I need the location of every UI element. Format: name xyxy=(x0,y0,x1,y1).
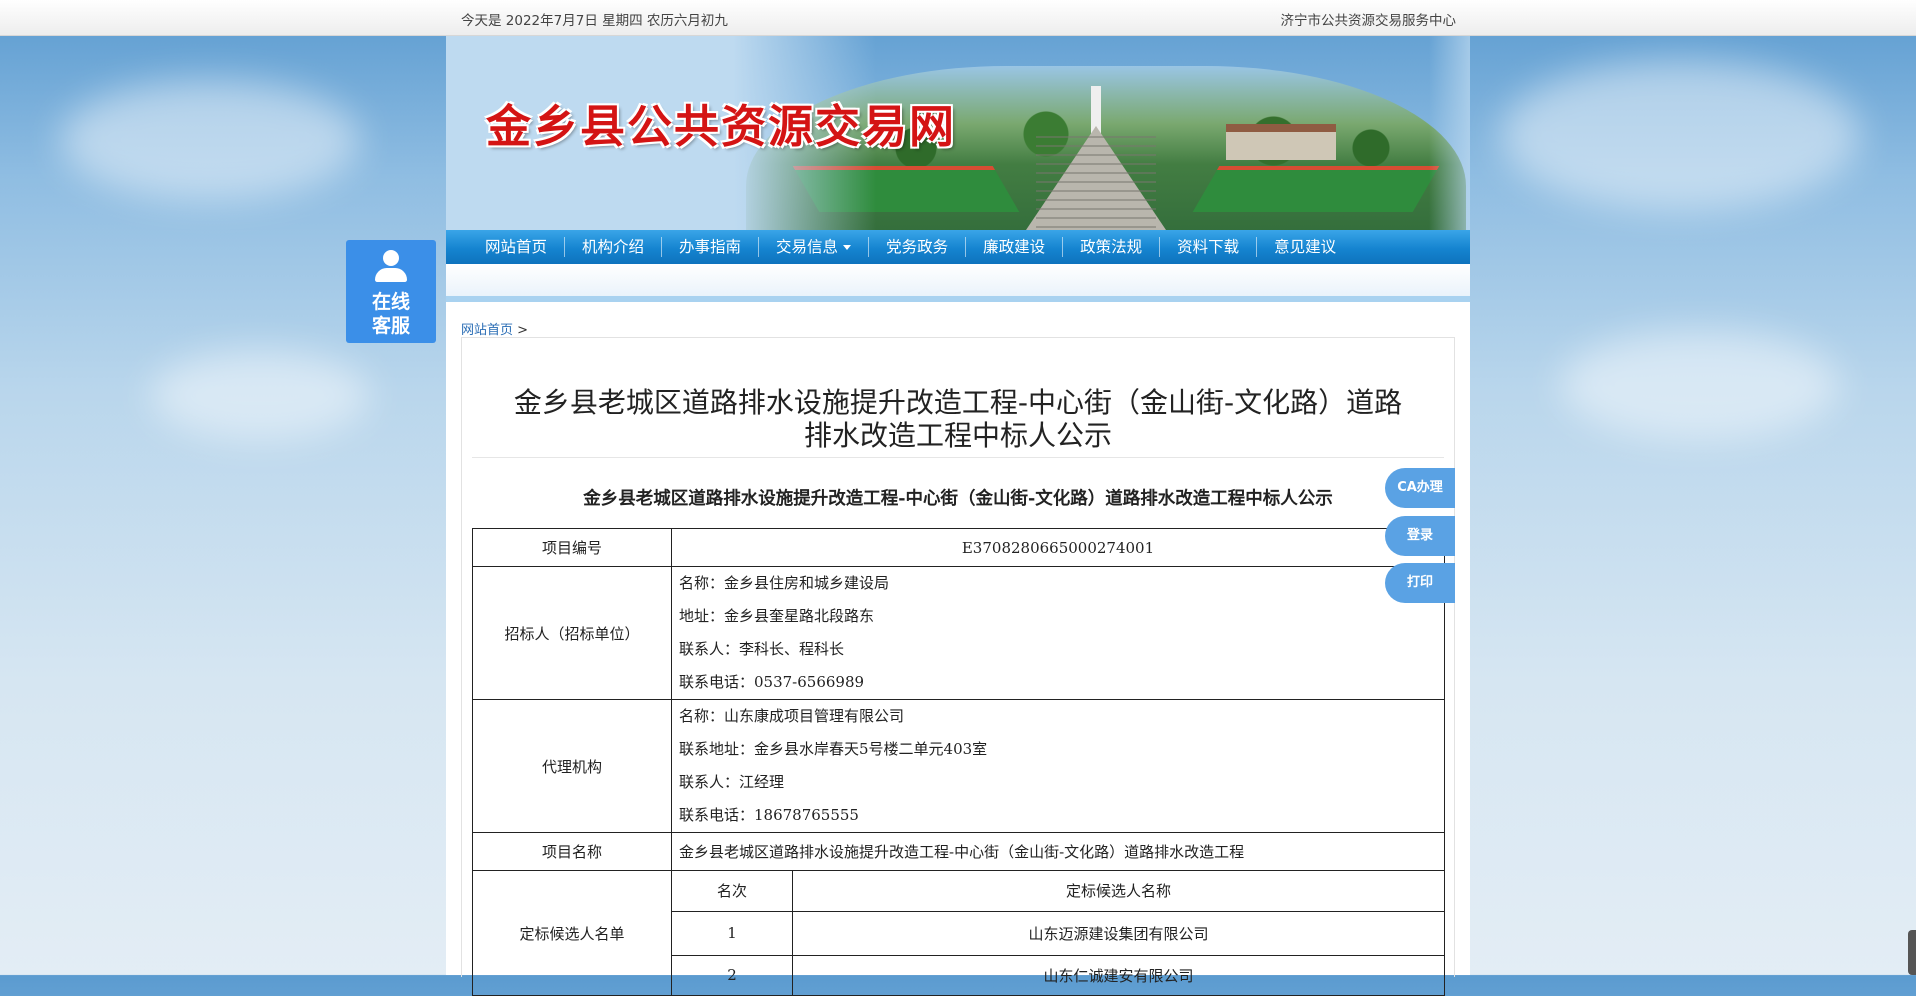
nav-party-affairs[interactable]: 党务政务 xyxy=(869,237,967,257)
agency-label: 代理机构 xyxy=(472,699,672,833)
project-name-label: 项目名称 xyxy=(472,832,672,871)
page-title-line-2: 排水改造工程中标人公示 xyxy=(803,419,1112,452)
current-date: 今天是 2022年7月7日 星期四 农历六月初九 xyxy=(461,13,728,29)
online-service-button[interactable]: 在线 客服 xyxy=(346,240,436,343)
background-cloud xyxy=(1560,330,1840,440)
nav-guide[interactable]: 办事指南 xyxy=(662,237,760,257)
project-no-value: E3708280665000274001 xyxy=(671,528,1445,567)
page-title: 金乡县老城区道路排水设施提升改造工程-中心街（金山街-文化路）道路 排水改造工程… xyxy=(472,386,1444,452)
tenderer-name: 名称：金乡县住房和城乡建设局 xyxy=(679,574,890,592)
agency-name: 名称：山东康成项目管理有限公司 xyxy=(679,707,905,725)
tenderer-contact: 联系人：李科长、程科长 xyxy=(679,640,845,658)
agency-value: 名称：山东康成项目管理有限公司 联系地址：金乡县水岸春天5号楼二单元403室 联… xyxy=(671,699,1445,833)
online-service-label: 在线 客服 xyxy=(346,290,436,338)
breadcrumb-home[interactable]: 网站首页 xyxy=(461,323,513,338)
nav-feedback[interactable]: 意见建议 xyxy=(1257,237,1353,257)
tenderer-label: 招标人（招标单位） xyxy=(472,566,672,700)
table-row: 项目编号 E3708280665000274001 xyxy=(472,528,1445,567)
tenderer-address: 地址：金乡县奎星路北段路东 xyxy=(679,607,875,625)
table-row: 1 山东迈源建设集团有限公司 xyxy=(672,911,1444,956)
nav-home[interactable]: 网站首页 xyxy=(468,237,566,257)
nav-about[interactable]: 机构介绍 xyxy=(565,237,663,257)
scroll-handle[interactable] xyxy=(1908,930,1916,975)
sub-nav-bar xyxy=(446,264,1470,302)
page-title-line-1: 金乡县老城区道路排水设施提升改造工程-中心街（金山街-文化路）道路 xyxy=(513,386,1403,419)
online-service-label-2: 客服 xyxy=(371,315,410,337)
site-banner: 金乡县公共资源交易网 xyxy=(446,36,1470,230)
breadcrumb-separator: > xyxy=(517,323,529,338)
ca-service-button[interactable]: CA办理 xyxy=(1385,468,1455,508)
content-area: 网站首页 > 金乡县老城区道路排水设施提升改造工程-中心街（金山街-文化路）道路… xyxy=(446,302,1470,996)
nav-downloads[interactable]: 资料下载 xyxy=(1160,237,1258,257)
nav-integrity[interactable]: 廉政建设 xyxy=(966,237,1064,257)
candidates-table: 名次 定标候选人名称 1 山东迈源建设集团有限公司 2 山东仁诚建安有限公司 xyxy=(672,871,1444,995)
online-service-label-1: 在线 xyxy=(371,291,410,313)
user-icon-body xyxy=(375,268,407,282)
candidate-name: 山东仁诚建安有限公司 xyxy=(1043,966,1194,985)
tenderer-value: 名称：金乡县住房和城乡建设局 地址：金乡县奎星路北段路东 联系人：李科长、程科长… xyxy=(671,566,1445,700)
agency-address: 联系地址：金乡县水岸春天5号楼二单元403室 xyxy=(679,740,988,758)
table-row: 项目名称 金乡县老城区道路排水设施提升改造工程-中心街（金山街-文化路）道路排水… xyxy=(472,832,1445,871)
nav-policy[interactable]: 政策法规 xyxy=(1063,237,1161,257)
title-divider xyxy=(472,457,1444,458)
print-button[interactable]: 打印 xyxy=(1385,563,1455,603)
tenderer-phone: 联系电话：0537-6566989 xyxy=(679,673,865,691)
nav-trading-info-label: 交易信息 xyxy=(776,238,839,256)
table-row: 定标候选人名单 名次 定标候选人名称 1 山东迈源建设集团有限公司 2 山东仁诚… xyxy=(472,870,1445,996)
background-cloud xyxy=(150,350,370,440)
main-nav: 网站首页 机构介绍 办事指南 交易信息 党务政务 廉政建设 政策法规 资料下载 … xyxy=(446,230,1470,264)
table-row: 代理机构 名称：山东康成项目管理有限公司 联系地址：金乡县水岸春天5号楼二单元4… xyxy=(472,699,1445,833)
site-title: 金乡县公共资源交易网 xyxy=(486,100,957,153)
top-bar: 今天是 2022年7月7日 星期四 农历六月初九 济宁市公共资源交易服务中心 xyxy=(0,0,1916,36)
agency-contact: 联系人：江经理 xyxy=(679,773,785,791)
user-icon xyxy=(383,250,399,266)
org-link[interactable]: 济宁市公共资源交易服务中心 xyxy=(1281,9,1457,29)
table-row: 招标人（招标单位） 名称：金乡县住房和城乡建设局 地址：金乡县奎星路北段路东 联… xyxy=(472,566,1445,700)
background-cloud xyxy=(1500,60,1860,210)
chevron-down-icon xyxy=(843,245,852,250)
article: 金乡县老城区道路排水设施提升改造工程-中心街（金山街-文化路）道路 排水改造工程… xyxy=(461,337,1455,996)
candidates-label: 定标候选人名单 xyxy=(472,870,672,996)
nav-trading-info[interactable]: 交易信息 xyxy=(759,237,870,257)
login-button[interactable]: 登录 xyxy=(1385,516,1455,556)
award-info-table: 项目编号 E3708280665000274001 招标人（招标单位） 名称：金… xyxy=(472,528,1445,996)
agency-phone: 联系电话：18678765555 xyxy=(679,806,859,824)
breadcrumb: 网站首页 > xyxy=(461,319,528,338)
article-subtitle: 金乡县老城区道路排水设施提升改造工程-中心街（金山街-文化路）道路排水改造工程中… xyxy=(583,489,1333,509)
candidates-header-name: 定标候选人名称 xyxy=(792,871,1444,912)
background-cloud xyxy=(60,80,360,200)
project-name-value: 金乡县老城区道路排水设施提升改造工程-中心街（金山街-文化路）道路排水改造工程 xyxy=(671,832,1445,871)
candidate-rank: 1 xyxy=(672,911,793,956)
candidate-name: 山东迈源建设集团有限公司 xyxy=(792,911,1444,956)
candidates-header-rank: 名次 xyxy=(672,871,793,912)
candidates-cell: 名次 定标候选人名称 1 山东迈源建设集团有限公司 2 山东仁诚建安有限公司 xyxy=(671,870,1445,996)
table-row: 2 山东仁诚建安有限公司 xyxy=(672,955,1444,995)
table-row: 名次 定标候选人名称 xyxy=(672,871,1444,912)
candidate-rank: 2 xyxy=(672,955,793,995)
project-no-label: 项目编号 xyxy=(472,528,672,567)
